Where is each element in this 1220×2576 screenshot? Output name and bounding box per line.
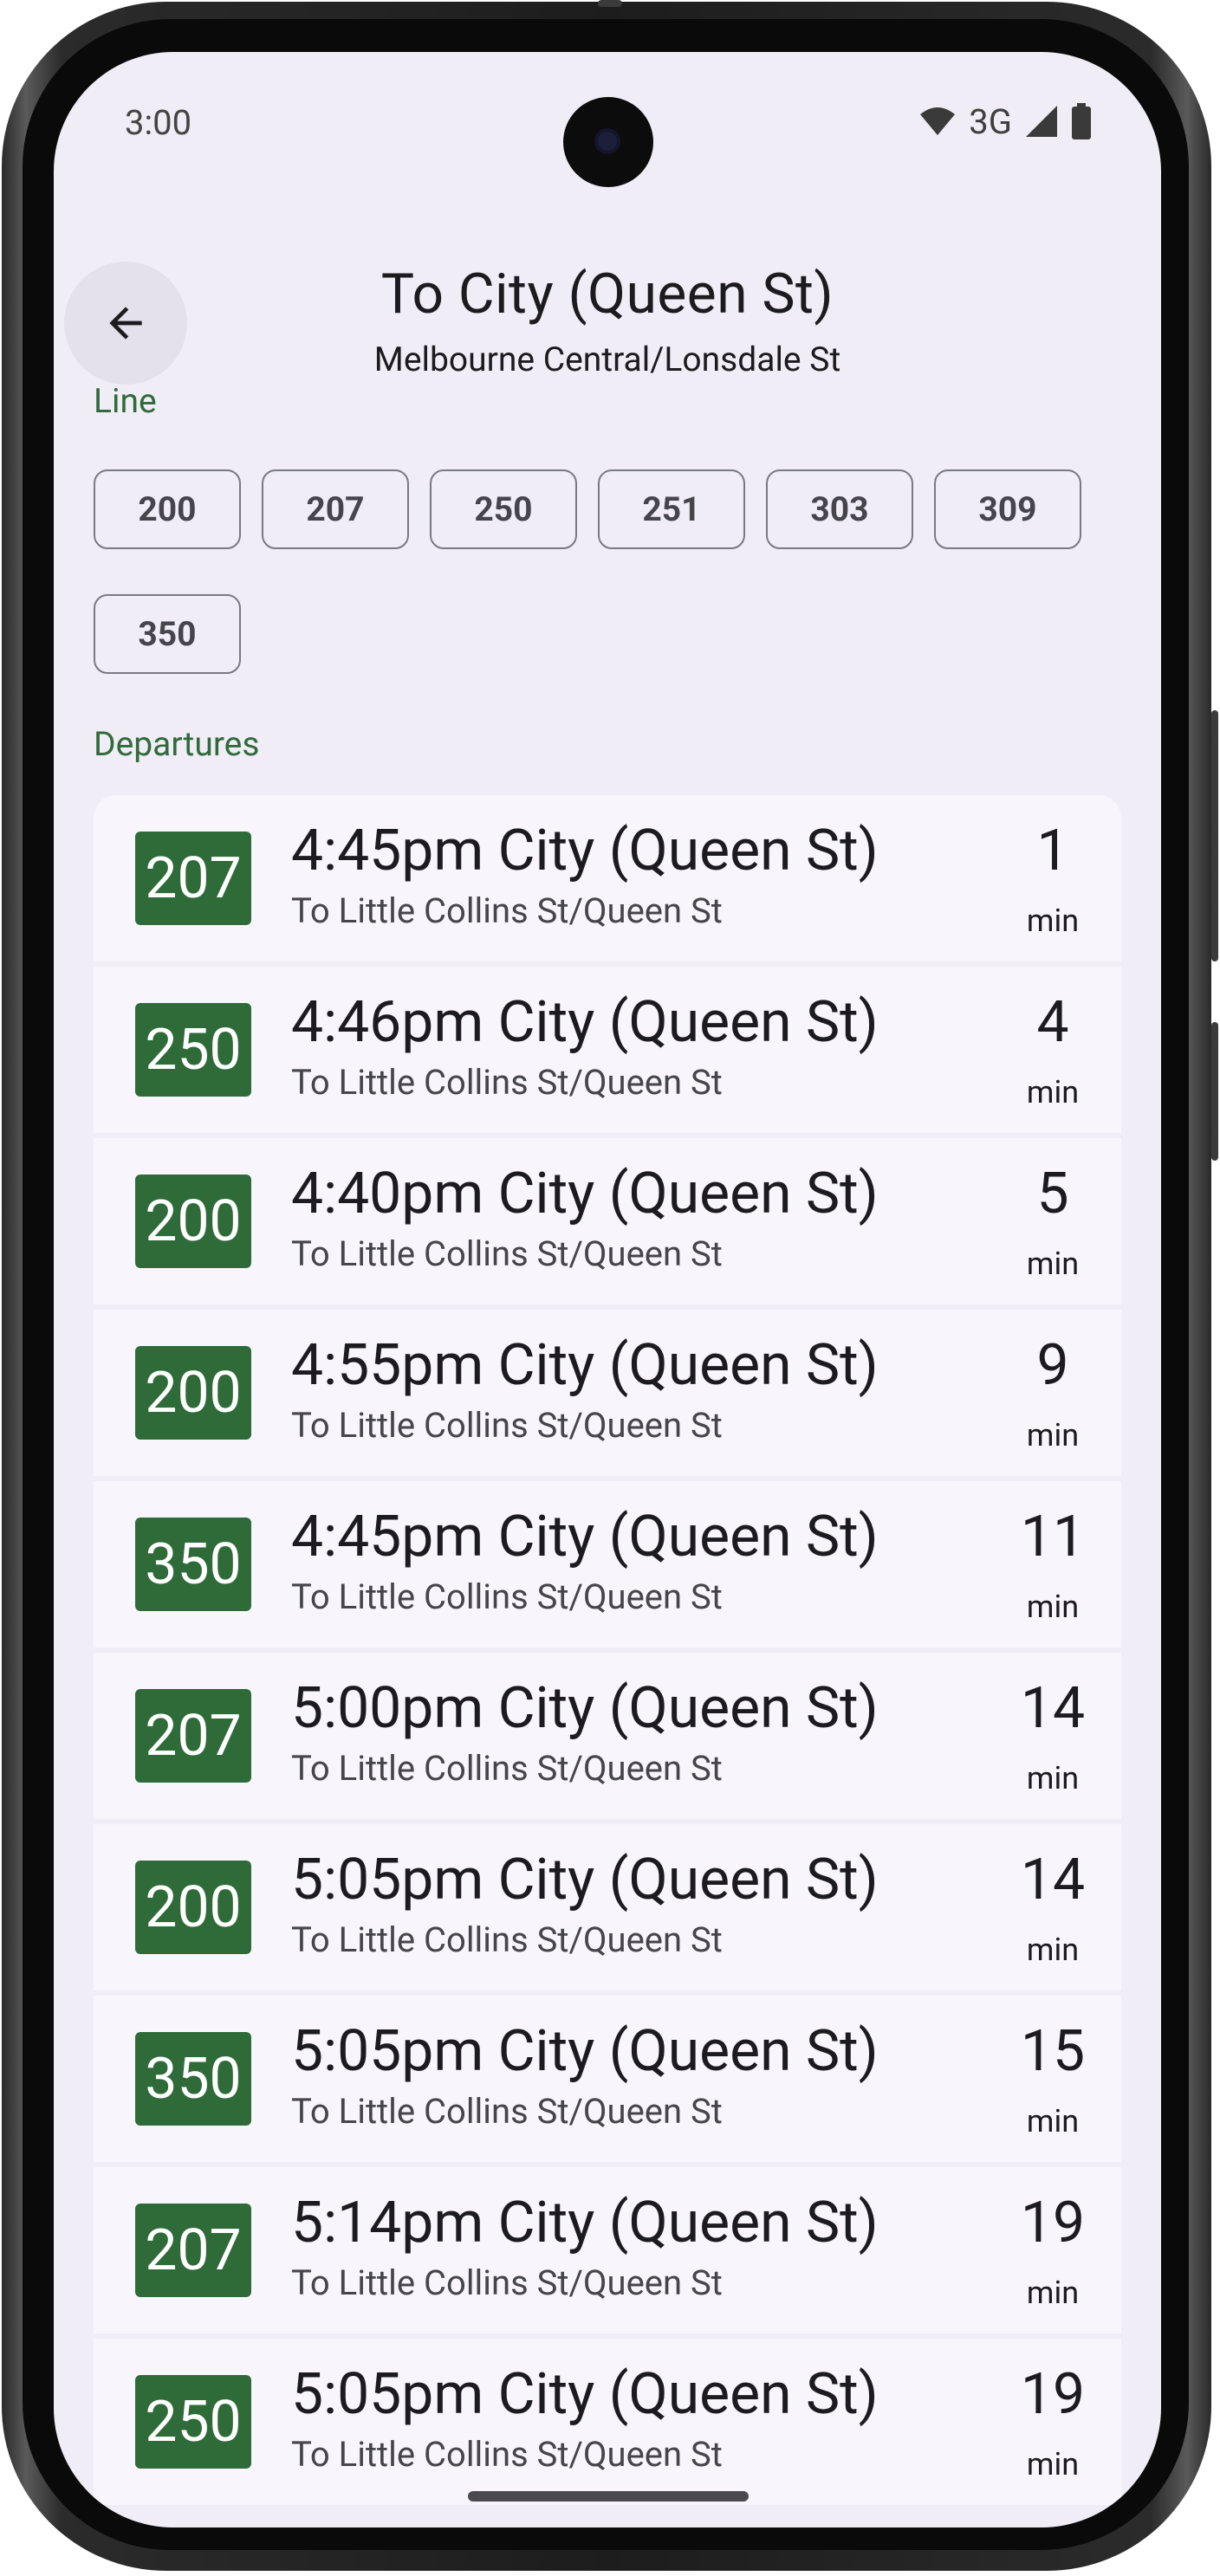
minutes-unit: min: [1026, 1417, 1080, 1453]
route-badge: 207: [135, 1689, 251, 1783]
page-title: To City (Queen St): [380, 262, 834, 327]
minutes-value: 14: [1020, 1847, 1086, 1913]
departure-title: 5:05pm City (Queen St): [291, 2018, 879, 2085]
departure-row[interactable]: 200 4:40pm City (Queen St) To Little Col…: [94, 1138, 1121, 1304]
departure-subtitle: To Little Collins St/Queen St: [291, 1233, 723, 1274]
departure-subtitle: To Little Collins St/Queen St: [291, 1062, 723, 1103]
minutes-value: 14: [1020, 1675, 1086, 1742]
departure-subtitle: To Little Collins St/Queen St: [291, 1748, 723, 1789]
minutes-value: 15: [1020, 2018, 1086, 2085]
status-time: 3:00: [125, 102, 192, 143]
departure-subtitle: To Little Collins St/Queen St: [291, 2091, 723, 2132]
departure-row[interactable]: 350 4:45pm City (Queen St) To Little Col…: [94, 1481, 1121, 1647]
departure-title: 5:14pm City (Queen St): [291, 2190, 879, 2256]
departure-title: 4:40pm City (Queen St): [291, 1161, 879, 1227]
minutes-unit: min: [1026, 1589, 1080, 1625]
departure-title: 4:45pm City (Queen St): [291, 1504, 879, 1570]
volume-button: [1211, 1022, 1218, 1161]
route-badge: 200: [135, 1346, 251, 1440]
departure-subtitle: To Little Collins St/Queen St: [291, 890, 723, 931]
route-badge: 207: [135, 832, 251, 925]
line-chip[interactable]: 309: [934, 469, 1081, 549]
minutes-value: 19: [1020, 2361, 1086, 2428]
line-chip[interactable]: 207: [262, 469, 409, 549]
page-subtitle: Melbourne Central/Lonsdale St: [373, 340, 841, 379]
departure-title: 4:55pm City (Queen St): [291, 1332, 879, 1399]
route-badge: 200: [135, 1861, 251, 1954]
departure-title: 4:46pm City (Queen St): [291, 989, 879, 1056]
battery-icon: [1072, 103, 1091, 139]
home-indicator[interactable]: [468, 2491, 749, 2502]
departures-section-label: Departures: [94, 724, 260, 764]
cell-signal-icon: [1026, 106, 1057, 137]
front-camera: [563, 97, 653, 187]
departure-row[interactable]: 350 5:05pm City (Queen St) To Little Col…: [94, 1996, 1121, 2162]
minutes-unit: min: [1026, 2275, 1080, 2311]
departure-row[interactable]: 250 4:46pm City (Queen St) To Little Col…: [94, 967, 1121, 1133]
departure-subtitle: To Little Collins St/Queen St: [291, 1405, 723, 1446]
departure-row[interactable]: 207 4:45pm City (Queen St) To Little Col…: [94, 795, 1121, 961]
status-icons: 3G: [918, 100, 1092, 142]
minutes-unit: min: [1026, 1246, 1080, 1282]
departure-title: 5:00pm City (Queen St): [291, 1675, 879, 1742]
minutes-value: 9: [1036, 1332, 1069, 1399]
minutes-unit: min: [1026, 1074, 1080, 1110]
departure-row[interactable]: 200 5:05pm City (Queen St) To Little Col…: [94, 1824, 1121, 1990]
departure-row[interactable]: 250 5:05pm City (Queen St) To Little Col…: [94, 2339, 1121, 2505]
departure-subtitle: To Little Collins St/Queen St: [291, 1576, 723, 1617]
departure-subtitle: To Little Collins St/Queen St: [291, 2262, 723, 2303]
minutes-unit: min: [1026, 903, 1080, 939]
network-type-label: 3G: [969, 100, 1012, 142]
phone-device: 3:00 3G To City (Queen St) Melbourne Cen…: [0, 0, 1220, 2576]
minutes-value: 11: [1020, 1504, 1086, 1570]
route-badge: 350: [135, 2032, 251, 2126]
minutes-unit: min: [1026, 1760, 1080, 1796]
app-screen: 3:00 3G To City (Queen St) Melbourne Cen…: [54, 52, 1161, 2527]
line-chip[interactable]: 303: [766, 469, 913, 549]
minutes-unit: min: [1026, 2103, 1080, 2139]
departure-row[interactable]: 200 4:55pm City (Queen St) To Little Col…: [94, 1310, 1121, 1476]
minutes-value: 19: [1020, 2190, 1086, 2256]
power-button: [1211, 710, 1218, 961]
route-badge: 250: [135, 2375, 251, 2469]
line-chip[interactable]: 350: [94, 594, 241, 674]
departure-title: 5:05pm City (Queen St): [291, 2361, 879, 2428]
minutes-value: 1: [1036, 818, 1069, 884]
departure-row[interactable]: 207 5:14pm City (Queen St) To Little Col…: [94, 2167, 1121, 2333]
app-header: To City (Queen St) Melbourne Central/Lon…: [54, 208, 1161, 385]
minutes-value: 4: [1036, 989, 1069, 1056]
wifi-icon: [920, 107, 956, 135]
minutes-unit: min: [1026, 2446, 1080, 2482]
line-section-label: Line: [94, 381, 157, 421]
minutes-value: 5: [1036, 1161, 1069, 1227]
departure-subtitle: To Little Collins St/Queen St: [291, 2434, 723, 2475]
route-badge: 200: [135, 1175, 251, 1268]
line-chip[interactable]: 250: [430, 469, 577, 549]
route-badge: 250: [135, 1003, 251, 1097]
departure-row[interactable]: 207 5:00pm City (Queen St) To Little Col…: [94, 1653, 1121, 1819]
top-notch-ridge: [598, 0, 622, 7]
departure-title: 4:45pm City (Queen St): [291, 818, 879, 884]
departure-title: 5:05pm City (Queen St): [291, 1847, 879, 1913]
route-badge: 207: [135, 2204, 251, 2297]
line-chip[interactable]: 200: [94, 469, 241, 549]
departure-subtitle: To Little Collins St/Queen St: [291, 1919, 723, 1960]
status-bar: 3:00 3G: [54, 52, 1161, 187]
line-chip[interactable]: 251: [598, 469, 745, 549]
route-badge: 350: [135, 1518, 251, 1611]
minutes-unit: min: [1026, 1932, 1080, 1968]
